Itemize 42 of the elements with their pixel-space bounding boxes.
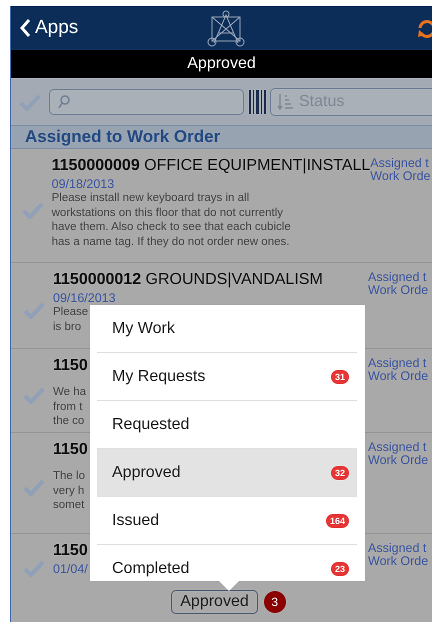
count-badge: 3 xyxy=(264,590,286,612)
menu-item[interactable]: My Work xyxy=(97,305,357,353)
work-order-description: We ha from t the co xyxy=(53,385,86,428)
logo-icon xyxy=(206,9,246,47)
count-badge: 31 xyxy=(330,370,349,384)
page-title: Approved xyxy=(11,50,432,78)
checkmark-icon xyxy=(23,478,45,496)
count-badge: 23 xyxy=(330,562,349,576)
count-badge: 164 xyxy=(326,514,349,528)
sort-icon xyxy=(277,92,293,110)
work-order-title: 1150 xyxy=(53,542,88,560)
work-order-title: 1150 xyxy=(53,357,88,375)
work-order-date: 01/04/ xyxy=(53,562,88,576)
work-order-date: 09/16/2013 xyxy=(53,291,116,305)
filter-button[interactable]: Approved xyxy=(171,590,258,614)
checkmark-icon xyxy=(22,200,44,218)
work-order-title: 1150000012 GROUNDS|VANDALISM xyxy=(53,271,323,289)
work-order-date: 09/18/2013 xyxy=(52,177,114,191)
search-icon xyxy=(58,94,70,108)
section-header: Assigned to Work Order xyxy=(11,125,432,149)
checkmark-icon xyxy=(23,300,45,318)
status-label: Assigned t Work Orde xyxy=(368,542,430,570)
work-order-description: Please is bro xyxy=(53,305,88,334)
refresh-icon[interactable] xyxy=(416,19,432,39)
menu-item[interactable]: Approved 32 xyxy=(97,449,357,497)
status-label: Assigned t Work Orde xyxy=(368,271,430,299)
chevron-left-icon xyxy=(19,18,31,38)
checkmark-icon xyxy=(23,386,45,404)
search-field[interactable] xyxy=(49,88,244,114)
work-order-description: The lo very h somet xyxy=(53,469,85,512)
checkmark-icon xyxy=(23,558,45,576)
work-order-title: 1150000009 OFFICE EQUIPMENT|INSTALL xyxy=(52,157,370,174)
work-order-description: Please install new keyboard trays in all workstations on this floor that do not currently have them. Also check to see that each cubicle has a name tag. If they do not order new ones. xyxy=(52,191,291,249)
count-badge: 32 xyxy=(330,466,349,480)
status-label: Assigned t Work Orde xyxy=(368,441,430,469)
status-label: Assigned t Work Orde xyxy=(368,357,430,385)
work-order-title: 1150 xyxy=(53,441,88,459)
status-label: Assigned t Work Orde xyxy=(370,157,432,185)
menu-item[interactable]: My Requests 31 xyxy=(97,353,357,401)
back-button[interactable]: Apps xyxy=(19,17,78,39)
barcode-icon[interactable] xyxy=(248,88,266,114)
menu-item[interactable]: Issued 164 xyxy=(97,497,357,545)
